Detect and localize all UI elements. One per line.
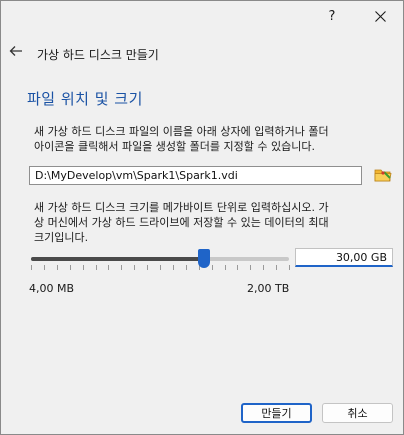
slider-tick [211, 265, 213, 270]
close-icon [374, 10, 386, 22]
slider-thumb[interactable] [197, 249, 210, 268]
slider-tick [185, 265, 187, 270]
slider-tick [172, 265, 174, 270]
size-slider[interactable] [29, 249, 291, 273]
slider-tick [56, 265, 58, 270]
slider-tick [147, 265, 149, 270]
file-path-input[interactable]: D:\MyDevelop\vm\Spark1\Spark1.vdi [29, 166, 362, 185]
size-min-label: 4,00 MB [29, 282, 75, 295]
location-description-line: 아이콘을 클릭해서 파일을 생성할 폴더를 지정할 수 있습니다. [34, 140, 315, 153]
size-description-line: 크기입니다. [34, 231, 89, 244]
size-input[interactable]: 30,00 GB [295, 248, 393, 267]
choose-folder-button[interactable] [373, 165, 393, 185]
create-virtual-disk-dialog: ? 가상 하드 디스크 만들기 파일 위치 및 크기 새 가상 하드 디스크 파… [0, 0, 404, 435]
folder-icon [374, 169, 392, 182]
slider-tick [237, 265, 239, 270]
help-button-label: ? [328, 8, 336, 24]
slider-tick [289, 265, 290, 270]
location-description: 새 가상 하드 디스크 파일의 이름을 아래 상자에 입력하거나 폴더 아이콘을… [34, 124, 329, 154]
cancel-button[interactable]: 취소 [322, 403, 393, 423]
slider-fill [31, 257, 204, 261]
create-button[interactable]: 만들기 [241, 403, 312, 423]
arrow-left-icon [9, 46, 22, 56]
size-description: 새 가상 하드 디스크 크기를 메가바이트 단위로 입력하십시오. 가 상 머신… [34, 200, 329, 245]
slider-tick [263, 265, 265, 270]
slider-tick [121, 265, 123, 270]
size-max-label: 2,00 TB [247, 282, 290, 295]
size-description-line: 상 머신에서 가상 하드 드라이브에 저장할 수 있는 데이터의 최대 [34, 216, 329, 229]
wizard-title: 가상 하드 디스크 만들기 [37, 48, 159, 62]
slider-tick [160, 265, 161, 270]
slider-tick [276, 265, 278, 270]
slider-tick [82, 265, 84, 270]
slider-ticks [29, 265, 291, 270]
slider-tick [69, 265, 71, 270]
cancel-button-label: 취소 [347, 407, 368, 420]
slider-tick [43, 265, 45, 270]
close-button[interactable] [357, 1, 403, 31]
back-button[interactable] [5, 40, 27, 62]
slider-tick [31, 265, 32, 270]
slider-tick [250, 265, 252, 270]
size-description-line: 새 가상 하드 디스크 크기를 메가바이트 단위로 입력하십시오. 가 [34, 201, 329, 214]
slider-tick [224, 265, 226, 270]
slider-tick [95, 265, 97, 270]
title-bar: ? [1, 1, 403, 31]
wizard-header: 가상 하드 디스크 만들기 [1, 35, 403, 73]
help-button[interactable]: ? [309, 1, 355, 31]
slider-tick [108, 265, 110, 270]
location-description-line: 새 가상 하드 디스크 파일의 이름을 아래 상자에 입력하거나 폴더 [34, 125, 329, 138]
create-button-label: 만들기 [261, 407, 292, 420]
page-title: 파일 위치 및 크기 [27, 90, 143, 108]
slider-tick [134, 265, 136, 270]
